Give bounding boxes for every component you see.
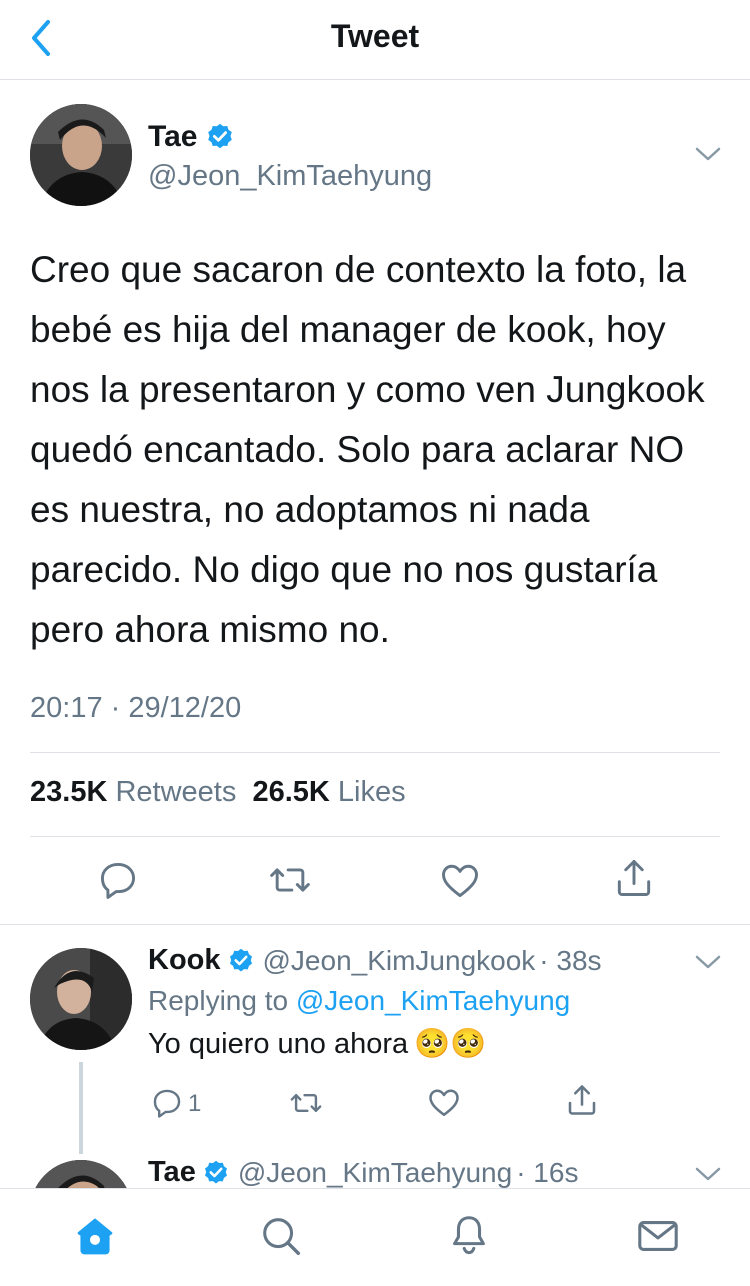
main-tweet-author[interactable]: Tae @Jeon_KimTaehyung — [148, 120, 432, 193]
reply-tweet[interactable]: Kook @Jeon_KimJungkook · 38s Replying to… — [148, 944, 728, 1061]
reply-author-handle: @Jeon_KimJungkook — [262, 944, 536, 976]
like-button[interactable] — [438, 858, 482, 907]
reply-emoji: 🥺🥺 — [414, 1028, 487, 1060]
tweet-options-button[interactable] — [694, 144, 722, 169]
retweets-label: Retweets — [115, 776, 237, 808]
share-icon — [617, 860, 651, 896]
nav-search-button[interactable] — [258, 1213, 304, 1264]
page-title: Tweet — [330, 18, 420, 54]
reply-like-button[interactable] — [426, 1084, 462, 1125]
divider — [30, 752, 720, 753]
chevron-down-icon — [695, 955, 721, 969]
reply-icon — [153, 1089, 181, 1118]
replying-to-label: Replying to — [148, 985, 289, 1016]
verified-badge-icon — [208, 123, 233, 149]
verified-badge-icon — [229, 948, 252, 971]
reply-share-button[interactable] — [564, 1082, 600, 1123]
reply-count: 1 — [188, 1090, 202, 1117]
author-name: Tae — [148, 120, 198, 153]
reply-time: · 38s — [539, 944, 602, 976]
avatar-image — [30, 104, 132, 206]
verified-badge-icon — [204, 1160, 227, 1183]
next-reply-tweet[interactable]: Tae @Jeon_KimTaehyung · 16s — [148, 1156, 728, 1189]
next-reply-author-handle: @Jeon_KimTaehyung — [237, 1156, 513, 1188]
replying-to-link[interactable]: @Jeon_KimTaehyung — [296, 985, 570, 1016]
nav-home-button[interactable] — [72, 1213, 118, 1264]
likes-stat[interactable]: 26.5K Likes — [252, 776, 405, 808]
reply-avatar[interactable] — [30, 948, 132, 1050]
reply-author-name: Kook — [148, 944, 221, 976]
nav-messages-button[interactable] — [634, 1213, 682, 1264]
chevron-down-icon — [695, 1167, 721, 1181]
author-handle: @Jeon_KimTaehyung — [148, 160, 433, 192]
likes-count: 26.5K — [252, 776, 330, 808]
share-icon — [568, 1085, 596, 1115]
nav-notifications-button[interactable] — [446, 1211, 492, 1264]
avatar-image — [30, 948, 132, 1050]
thread-line — [79, 1062, 83, 1154]
retweet-icon — [270, 868, 310, 892]
next-reply-author-name: Tae — [148, 1156, 196, 1188]
messages-icon — [638, 1221, 678, 1251]
retweets-stat[interactable]: 23.5K Retweets — [30, 776, 236, 808]
divider — [30, 836, 720, 837]
share-button[interactable] — [612, 856, 656, 905]
tweet-timestamp[interactable]: 20:17 · 29/12/20 — [30, 692, 241, 725]
retweets-count: 23.5K — [30, 776, 108, 808]
search-icon — [263, 1218, 300, 1255]
retweet-button[interactable] — [268, 858, 312, 907]
notifications-icon — [453, 1216, 485, 1255]
retweet-icon — [290, 1094, 322, 1112]
home-icon — [77, 1218, 113, 1255]
tweet-text: Creo que sacaron de contexto la foto, la… — [30, 249, 705, 650]
reply-button[interactable] — [96, 858, 140, 907]
like-icon — [442, 864, 478, 898]
reply-text: Yo quiero uno ahora — [148, 1027, 409, 1060]
chevron-down-icon — [695, 147, 721, 161]
main-tweet-avatar[interactable] — [30, 104, 132, 206]
divider — [0, 924, 750, 925]
reply-icon — [100, 862, 136, 899]
next-reply-time: · 16s — [516, 1156, 579, 1188]
next-reply-options-button[interactable] — [694, 1164, 722, 1189]
top-bar: Tweet — [0, 0, 750, 80]
reply-reply-button[interactable] — [150, 1086, 184, 1125]
reply-options-button[interactable] — [694, 952, 722, 977]
reply-retweet-button[interactable] — [288, 1086, 324, 1125]
bottom-nav-bar — [0, 1188, 750, 1286]
like-icon — [429, 1089, 459, 1117]
tweet-stats: 23.5K Retweets 26.5K Likes — [30, 776, 406, 809]
likes-label: Likes — [337, 776, 406, 808]
